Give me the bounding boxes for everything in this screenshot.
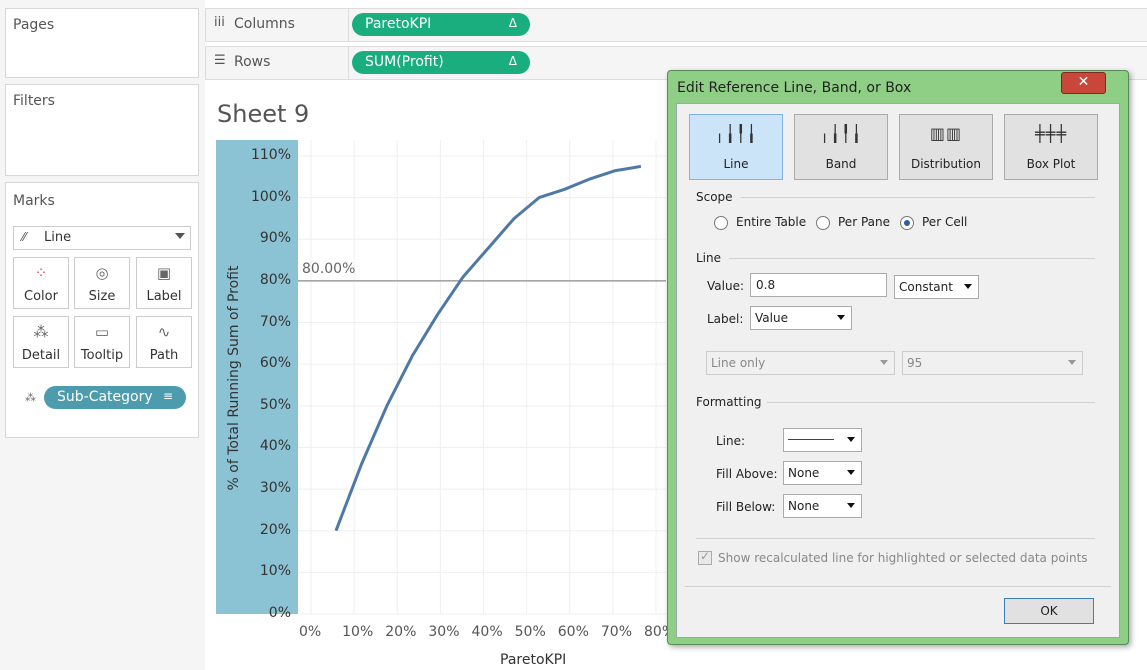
- formatting-divider: [767, 402, 1095, 403]
- chevron-down-icon: [964, 284, 972, 289]
- fill-above-text: None: [788, 466, 820, 480]
- scope-per-cell-radio[interactable]: [900, 216, 914, 230]
- chevron-down-icon: [847, 437, 855, 442]
- label-dropdown-text: Value: [755, 311, 788, 325]
- scope-entire-table-radio[interactable]: [714, 216, 728, 230]
- profit-line: [334, 164, 642, 532]
- recalc-label: Show recalculated line for highlighted o…: [718, 551, 1088, 565]
- fill-below-text: None: [788, 499, 820, 513]
- edit-reference-line-dialog: Edit Reference Line, Band, or Box ✕ ╷╽╿╽…: [667, 70, 1129, 645]
- chevron-down-icon: [837, 315, 845, 320]
- line-divider: [729, 258, 1095, 259]
- type-line-label: Line: [723, 157, 749, 171]
- scope-per-pane-label: Per Pane: [838, 215, 890, 229]
- formatting-heading: Formatting: [696, 395, 762, 409]
- value-type-dropdown[interactable]: Constant: [894, 275, 979, 299]
- type-line-button[interactable]: ╷╽╿╽ Line: [689, 114, 783, 180]
- fill-below-dropdown[interactable]: None: [783, 494, 862, 518]
- type-box-plot-button[interactable]: ╪╪╪ Box Plot: [1004, 114, 1098, 180]
- footer-divider: [685, 586, 1111, 587]
- type-distribution-label: Distribution: [910, 157, 981, 171]
- fill-below-label: Fill Below:: [716, 500, 776, 514]
- line-only-text: Line only: [711, 356, 766, 370]
- scope-per-pane-radio[interactable]: [816, 216, 830, 230]
- distribution-icon: ▥▥: [929, 124, 963, 143]
- box-plot-icon: ╪╪╪: [1035, 124, 1067, 143]
- type-band-button[interactable]: ╷╽╿╽ Band: [794, 114, 888, 180]
- percent-text: 95: [907, 356, 923, 370]
- recalc-checkbox[interactable]: ✓: [698, 549, 712, 565]
- close-button[interactable]: ✕: [1061, 72, 1106, 94]
- line-heading: Line: [696, 251, 722, 265]
- value-type-text: Constant: [899, 280, 953, 294]
- chevron-down-icon: [880, 360, 888, 365]
- chevron-down-icon: [1068, 360, 1076, 365]
- chevron-down-icon: [847, 470, 855, 475]
- line-format-label: Line:: [716, 434, 746, 448]
- scope-per-cell-label: Per Cell: [922, 215, 968, 229]
- label-label: Label:: [707, 312, 744, 326]
- value-input-text: 0.8: [756, 278, 776, 292]
- close-icon: ✕: [1077, 74, 1090, 90]
- scope-entire-table-label: Entire Table: [736, 215, 807, 229]
- value-input[interactable]: 0.8: [750, 273, 887, 297]
- scope-heading: Scope: [696, 190, 733, 204]
- fill-above-label: Fill Above:: [716, 467, 778, 481]
- line-format-dropdown[interactable]: [783, 428, 862, 452]
- fill-above-dropdown[interactable]: None: [783, 461, 862, 485]
- type-band-label: Band: [825, 157, 857, 171]
- type-box-plot-label: Box Plot: [1026, 157, 1076, 171]
- ok-button[interactable]: OK: [1004, 598, 1094, 624]
- dialog-body: ╷╽╿╽ Line ╷╽╿╽ Band ▥▥ Distribution ╪╪╪ …: [676, 103, 1120, 638]
- band-icon: ╷╽╿╽: [819, 124, 863, 143]
- chevron-down-icon: [847, 503, 855, 508]
- recalc-divider: [696, 538, 1095, 539]
- scope-divider: [741, 197, 1095, 198]
- line-only-dropdown[interactable]: Line only: [706, 351, 895, 375]
- check-icon: ✓: [700, 549, 711, 563]
- percent-dropdown[interactable]: 95: [902, 351, 1083, 375]
- label-dropdown[interactable]: Value: [750, 306, 852, 330]
- line-chart-icon: ╷╽╿╽: [714, 124, 758, 143]
- ok-label: OK: [1040, 604, 1058, 618]
- type-distribution-button[interactable]: ▥▥ Distribution: [899, 114, 993, 180]
- line-style-sample: [788, 439, 834, 440]
- dialog-title: Edit Reference Line, Band, or Box: [677, 80, 912, 96]
- reference-line-label: 80.00%: [302, 261, 356, 277]
- value-label: Value:: [707, 279, 744, 293]
